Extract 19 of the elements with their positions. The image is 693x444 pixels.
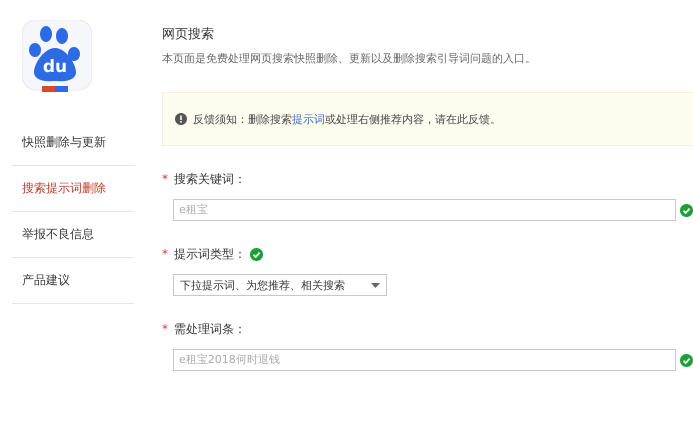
field-label: 提示词类型： <box>174 246 246 262</box>
field-label: 需处理词条： <box>174 320 246 338</box>
page-title: 网页搜索 <box>162 26 215 44</box>
page-description: 本页面是免费处理网页搜索快照删除、更新以及删除搜索引导词问题的入口。 <box>162 52 537 66</box>
caret-icon <box>371 282 380 288</box>
sidebar-item[interactable]: 产品建议 <box>12 258 134 304</box>
notice-text: 反馈须知：删除搜索提示词或处理右侧推荐内容，请在此反馈。 <box>193 112 501 126</box>
required-mark: * <box>162 172 169 186</box>
sidebar-item[interactable]: 快照删除与更新 <box>12 120 134 166</box>
paw-logo-icon <box>22 20 92 92</box>
logo-text: du <box>42 59 68 75</box>
dropdown[interactable]: 下拉提示词、为您推荐、相关搜索 <box>173 274 387 296</box>
alert-icon <box>175 113 187 125</box>
field-label: 搜索关键词： <box>174 170 246 188</box>
required-mark: * <box>162 247 169 261</box>
link[interactable]: 提示词 <box>292 112 325 126</box>
sidebar-item[interactable]: 搜索提示词删除 <box>12 166 134 212</box>
required-mark: * <box>162 322 169 336</box>
sidebar-item[interactable]: 举报不良信息 <box>12 212 134 258</box>
